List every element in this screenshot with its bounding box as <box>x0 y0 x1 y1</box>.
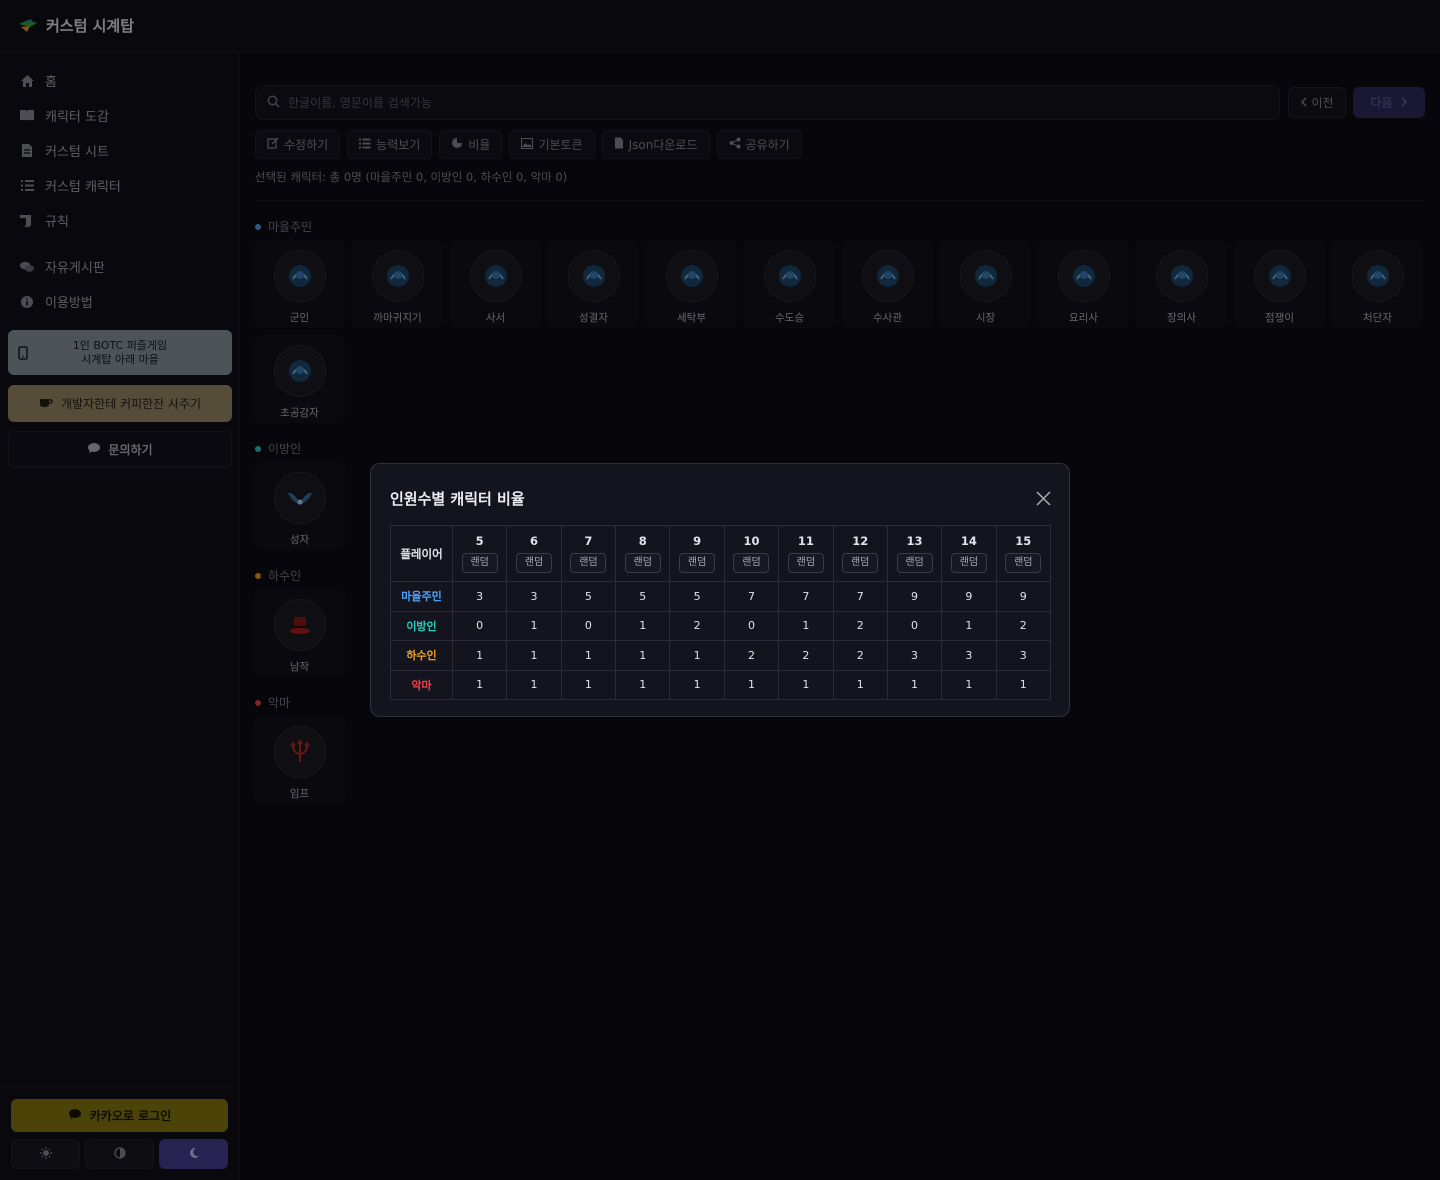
ratio-table-header: 플레이어 5 랜덤 6 랜덤 7 랜덤 8 랜덤 9 랜덤 10 랜덤 11 랜덤 12 랜덤 13 랜덤 14 랜덤… <box>390 525 1052 582</box>
player-count-header: 12 랜덤 <box>832 525 888 582</box>
player-header: 플레이어 <box>390 525 453 582</box>
player-count-header: 8 랜덤 <box>615 525 671 582</box>
random-button[interactable]: 랜덤 <box>787 553 824 573</box>
random-button[interactable]: 랜덤 <box>733 553 770 573</box>
ratio-cell: 7 <box>832 581 888 612</box>
ratio-cell: 1 <box>451 669 508 700</box>
ratio-row-label: 마을주민 <box>390 581 453 612</box>
ratio-cell: 1 <box>886 669 943 700</box>
ratio-cell: 2 <box>669 610 725 641</box>
ratio-cell: 3 <box>886 640 943 671</box>
ratio-cell: 3 <box>506 581 562 612</box>
ratio-cell: 1 <box>778 669 834 700</box>
ratio-cell: 1 <box>723 669 780 700</box>
ratio-cell: 1 <box>615 640 671 671</box>
random-button[interactable]: 랜덤 <box>679 553 716 573</box>
ratio-cell: 1 <box>832 669 888 700</box>
player-count-header: 7 랜덤 <box>560 525 617 582</box>
ratio-cell: 1 <box>506 640 562 671</box>
ratio-row: 악마 1 1 1 1 1 1 1 1 1 1 1 <box>390 669 1052 700</box>
player-count: 14 <box>960 534 977 548</box>
ratio-cell: 1 <box>615 610 671 641</box>
player-count-header: 13 랜덤 <box>886 525 943 582</box>
random-button[interactable]: 랜덤 <box>461 553 498 573</box>
ratio-cell: 7 <box>723 581 780 612</box>
ratio-cell: 2 <box>832 610 888 641</box>
player-count-header: 10 랜덤 <box>723 525 780 582</box>
player-count-header: 14 랜덤 <box>941 525 997 582</box>
player-count-header: 5 랜덤 <box>451 525 508 582</box>
ratio-cell: 9 <box>886 581 943 612</box>
random-button[interactable]: 랜덤 <box>950 553 987 573</box>
ratio-cell: 9 <box>941 581 997 612</box>
ratio-cell: 1 <box>995 669 1052 700</box>
ratio-cell: 2 <box>778 640 834 671</box>
ratio-modal: 인원수별 캐릭터 비율 플레이어 5 랜덤 6 랜덤 7 랜덤 8 랜덤 9 랜덤 10 랜덤 11 랜덤… <box>370 463 1070 717</box>
player-count: 15 <box>1015 534 1032 548</box>
random-button[interactable]: 랜덤 <box>1005 553 1042 573</box>
player-count: 7 <box>584 534 593 548</box>
ratio-cell: 1 <box>669 669 725 700</box>
random-button[interactable]: 랜덤 <box>896 553 933 573</box>
ratio-cell: 2 <box>723 640 780 671</box>
ratio-cell: 1 <box>560 669 617 700</box>
ratio-cell: 1 <box>941 669 997 700</box>
ratio-table-body: 마을주민 3 3 5 5 5 7 7 7 9 9 9 이방인 0 1 0 1 2 0 1 2 0 1 2 하수인 1 1 1 1 1 2 2 2… <box>390 581 1052 700</box>
ratio-cell: 9 <box>995 581 1052 612</box>
close-icon[interactable] <box>1034 489 1052 507</box>
player-count: 12 <box>852 534 869 548</box>
ratio-cell: 1 <box>778 610 834 641</box>
ratio-cell: 2 <box>832 640 888 671</box>
ratio-cell: 1 <box>560 640 617 671</box>
player-count: 9 <box>693 534 702 548</box>
player-count-header: 15 랜덤 <box>995 525 1052 582</box>
random-button[interactable]: 랜덤 <box>570 553 607 573</box>
player-count-header: 11 랜덤 <box>778 525 834 582</box>
player-count: 8 <box>638 534 647 548</box>
ratio-cell: 0 <box>451 610 508 641</box>
player-count: 5 <box>475 534 484 548</box>
ratio-cell: 5 <box>560 581 617 612</box>
player-count: 6 <box>530 534 539 548</box>
ratio-cell: 0 <box>560 610 617 641</box>
ratio-cell: 1 <box>506 610 562 641</box>
player-count-header: 6 랜덤 <box>506 525 562 582</box>
ratio-table: 플레이어 5 랜덤 6 랜덤 7 랜덤 8 랜덤 9 랜덤 10 랜덤 11 랜덤 12 랜덤 13 랜덤 14 랜덤… <box>390 525 1052 700</box>
player-count: 10 <box>743 534 760 548</box>
ratio-cell: 2 <box>995 610 1052 641</box>
player-count: 13 <box>906 534 923 548</box>
ratio-cell: 3 <box>995 640 1052 671</box>
ratio-cell: 1 <box>941 610 997 641</box>
app-root: 커스텀 시계탑 홈 캐릭터 도감 커스텀 시트 커스텀 캐릭터 규칙 자유게시판… <box>0 0 1440 1180</box>
ratio-cell: 1 <box>451 640 508 671</box>
random-button[interactable]: 랜덤 <box>624 553 661 573</box>
player-count: 11 <box>797 534 814 548</box>
ratio-cell: 3 <box>941 640 997 671</box>
ratio-cell: 1 <box>669 640 725 671</box>
ratio-cell: 3 <box>451 581 508 612</box>
ratio-cell: 0 <box>723 610 780 641</box>
random-button[interactable]: 랜덤 <box>842 553 879 573</box>
modal-title: 인원수별 캐릭터 비율 <box>390 490 525 508</box>
ratio-row: 하수인 1 1 1 1 1 2 2 2 3 3 3 <box>390 640 1052 671</box>
ratio-cell: 5 <box>669 581 725 612</box>
random-button[interactable]: 랜덤 <box>516 553 553 573</box>
ratio-row-label: 악마 <box>390 669 453 700</box>
ratio-cell: 7 <box>778 581 834 612</box>
ratio-row-label: 이방인 <box>390 610 453 641</box>
ratio-row-label: 하수인 <box>390 640 453 671</box>
ratio-cell: 5 <box>615 581 671 612</box>
player-count-header: 9 랜덤 <box>669 525 725 582</box>
ratio-cell: 1 <box>506 669 562 700</box>
ratio-cell: 0 <box>886 610 943 641</box>
ratio-cell: 1 <box>615 669 671 700</box>
ratio-row: 이방인 0 1 0 1 2 0 1 2 0 1 2 <box>390 610 1052 641</box>
ratio-row: 마을주민 3 3 5 5 5 7 7 7 9 9 9 <box>390 581 1052 612</box>
